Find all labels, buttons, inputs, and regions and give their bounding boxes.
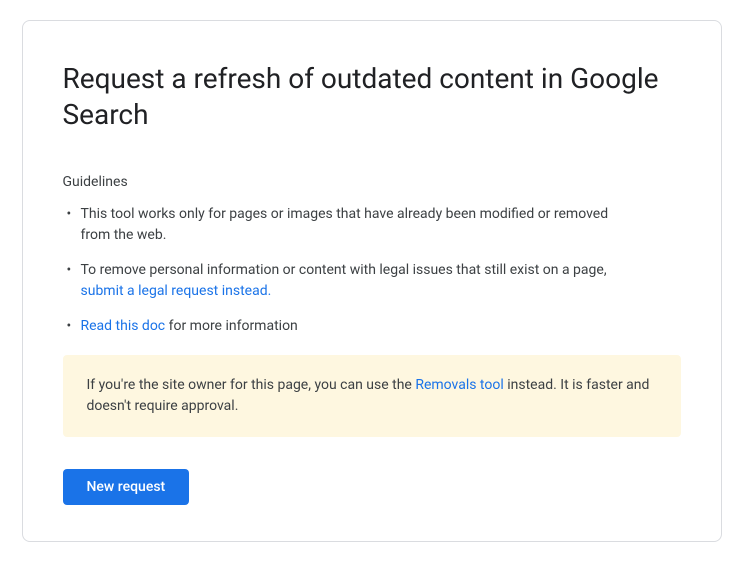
new-request-button[interactable]: New request: [63, 469, 190, 505]
guideline-text-prefix: To remove personal information or conten…: [81, 262, 607, 278]
guidelines-label: Guidelines: [63, 174, 681, 190]
guidelines-list: This tool works only for pages or images…: [63, 204, 681, 337]
legal-request-link[interactable]: submit a legal request instead.: [81, 283, 272, 299]
list-item: Read this doc for more information: [63, 316, 623, 337]
main-card: Request a refresh of outdated content in…: [22, 20, 722, 542]
guideline-text: This tool works only for pages or images…: [81, 206, 609, 243]
list-item: This tool works only for pages or images…: [63, 204, 623, 246]
guideline-text-suffix: for more information: [165, 318, 298, 334]
removals-tool-link[interactable]: Removals tool: [415, 377, 503, 393]
info-prefix: If you're the site owner for this page, …: [87, 377, 416, 393]
list-item: To remove personal information or conten…: [63, 260, 623, 302]
info-box: If you're the site owner for this page, …: [63, 355, 681, 437]
page-title: Request a refresh of outdated content in…: [63, 61, 681, 134]
read-doc-link[interactable]: Read this doc: [81, 318, 166, 334]
